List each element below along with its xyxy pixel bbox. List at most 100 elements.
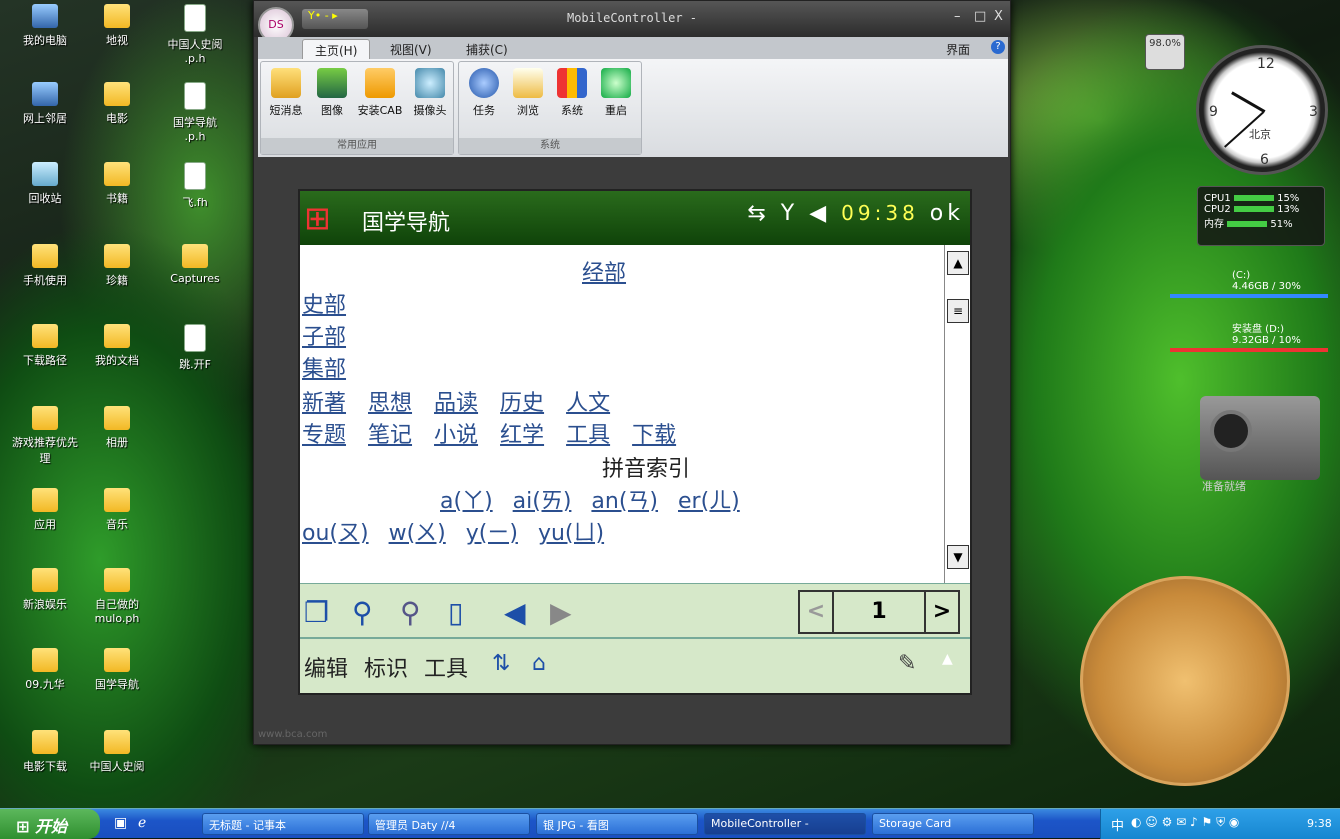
desktop-icon[interactable]: 相册 [78, 406, 156, 450]
start-button[interactable]: ⊞ 开始 [0, 809, 100, 839]
desktop-icon[interactable]: 下载路径 [6, 324, 84, 368]
back-arrow-icon[interactable]: ◀ [504, 596, 526, 629]
pinyin-link[interactable]: an(ㄢ) [591, 489, 658, 514]
tab-home[interactable]: 主页(H) [302, 39, 371, 59]
taskbar-item[interactable]: 无标题 - 记事本 [202, 813, 364, 835]
restart-button[interactable]: 重启 [593, 68, 639, 118]
desktop-icon[interactable]: 我的电脑 [6, 4, 84, 48]
ime-indicator[interactable]: 中 [1111, 815, 1124, 834]
tray-icons[interactable]: ◐ ☺ ⚙ ✉ ♪ ⚑ ⛨ ◉ [1131, 815, 1239, 830]
category-link[interactable]: 人文 [566, 391, 610, 416]
desktop-icon[interactable]: 自己做的 mulo.ph [78, 568, 156, 625]
desktop-icon[interactable]: 我的文档 [78, 324, 156, 368]
desktop-icon[interactable]: 回收站 [6, 162, 84, 206]
minimize-button[interactable]: – [954, 9, 961, 24]
category-link[interactable]: 笔记 [368, 423, 412, 448]
zoom-icon[interactable]: ⚲ [400, 596, 421, 629]
browse-button[interactable]: 浏览 [505, 68, 551, 118]
ok-button[interactable]: ok [930, 201, 964, 226]
link-zibu[interactable]: 子部 [302, 325, 346, 350]
sms-button[interactable]: 短消息 [263, 68, 309, 118]
pinyin-link[interactable]: er(ㄦ) [678, 489, 740, 514]
maximize-button[interactable]: □ [974, 9, 986, 24]
image-button[interactable]: 图像 [309, 68, 355, 118]
forward-arrow-icon[interactable]: ▶ [550, 596, 572, 629]
tray-clock[interactable]: 9:38 [1307, 817, 1332, 830]
taskbar-item[interactable]: MobileController - [704, 813, 866, 835]
system-button[interactable]: 系统 [549, 68, 595, 118]
pinyin-link[interactable]: a(ㄚ) [440, 489, 493, 514]
tab-view[interactable]: 视图(V) [378, 39, 444, 59]
desktop-icon[interactable]: 电影下载 [6, 730, 84, 774]
prev-page-button[interactable]: < [800, 592, 834, 632]
link-shibu[interactable]: 史部 [302, 293, 346, 318]
input-panel-icon[interactable]: ✎ [898, 651, 916, 676]
ie-quicklaunch-icon[interactable]: ℯ [138, 815, 146, 831]
desktop-icon[interactable]: 电影 [78, 82, 156, 126]
menu-tools[interactable]: 工具 [424, 651, 468, 683]
camera-button[interactable]: 摄像头 [407, 68, 453, 118]
scroll-down-button[interactable]: ▼ [947, 545, 969, 569]
category-link[interactable]: 小说 [434, 423, 478, 448]
pinyin-link[interactable]: y(ㄧ) [466, 521, 518, 546]
close-button[interactable]: X [994, 9, 1003, 24]
radio-gadget[interactable] [1200, 396, 1320, 480]
home-icon[interactable]: ⌂ [532, 651, 546, 676]
tasks-button[interactable]: 任务 [461, 68, 507, 118]
category-link[interactable]: 工具 [566, 423, 610, 448]
page-menu-icon[interactable]: ▯ [448, 596, 463, 629]
desktop-icon[interactable]: 09.九华 [6, 648, 84, 692]
category-link[interactable]: 思想 [368, 391, 412, 416]
category-link[interactable]: 下载 [632, 423, 676, 448]
desktop-icon[interactable]: 新浪娱乐 [6, 568, 84, 612]
desktop-icon[interactable]: 地视 [78, 4, 156, 48]
pinyin-link[interactable]: ai(ㄞ) [513, 489, 572, 514]
taskbar-item[interactable]: Storage Card [872, 813, 1034, 835]
pinyin-link[interactable]: w(ㄨ) [389, 521, 446, 546]
desktop-icon[interactable]: 音乐 [78, 488, 156, 532]
search-icon[interactable]: ⚲ [352, 596, 373, 629]
desktop-icon[interactable]: 应用 [6, 488, 84, 532]
scrollbar[interactable]: ▲ ≡ ▼ [944, 245, 970, 583]
tab-capture[interactable]: 捕获(C) [454, 39, 520, 59]
category-link[interactable]: 新著 [302, 391, 346, 416]
link-jibu[interactable]: 集部 [302, 357, 346, 382]
help-icon[interactable]: ? [991, 40, 1005, 54]
desktop-icon[interactable]: 中国人史阅 [78, 730, 156, 774]
sip-arrow-icon[interactable]: ▲ [942, 651, 953, 667]
wm-clock[interactable]: 09:38 [841, 201, 919, 225]
title-bar[interactable]: DS Y• - ▸ MobileController - – □ X [254, 1, 1010, 43]
desktop-icon[interactable]: 飞.fh [156, 162, 234, 210]
desktop-icon[interactable]: 网上邻居 [6, 82, 84, 126]
category-link[interactable]: 历史 [500, 391, 544, 416]
windows-start-icon[interactable]: ⊞ [304, 197, 346, 239]
scroll-up-button[interactable]: ▲ [947, 251, 969, 275]
mobilecontroller-window[interactable]: DS Y• - ▸ MobileController - – □ X 主页(H)… [253, 0, 1011, 745]
ui-menu[interactable]: 界面 [934, 39, 982, 59]
desktop-icon[interactable]: 跳.开F [156, 324, 234, 372]
link-jingbu[interactable]: 经部 [582, 261, 626, 286]
desktop-icon[interactable]: 书籍 [78, 162, 156, 206]
pinyin-link[interactable]: yu(ㄩ) [538, 521, 604, 546]
desktop-icon[interactable]: 中国人史阅 .p.h [156, 4, 234, 65]
show-desktop-icon[interactable]: ▣ [114, 815, 127, 831]
device-screen[interactable]: ⊞ 国学导航 ⇆ Y ◀ 09:38 ok 经部 史部 子部 集部 新著 思想 品读… [298, 189, 972, 695]
category-link[interactable]: 专题 [302, 423, 346, 448]
desktop-icon[interactable]: 手机使用 [6, 244, 84, 288]
menu-mark[interactable]: 标识 [364, 651, 408, 683]
sort-arrows-icon[interactable]: ⇅ [492, 651, 510, 676]
pinyin-link[interactable]: ou(ㄡ) [302, 521, 369, 546]
desktop-icon[interactable]: Captures [156, 244, 234, 285]
desktop-icon[interactable]: 国学导航 [78, 648, 156, 692]
next-page-button[interactable]: > [926, 592, 958, 632]
desktop-icon[interactable]: 珍籍 [78, 244, 156, 288]
menu-edit[interactable]: 编辑 [304, 651, 348, 683]
copy-icon[interactable]: ❐ [304, 596, 329, 629]
taskbar-item[interactable]: 银 JPG - 看图 [536, 813, 698, 835]
category-link[interactable]: 品读 [434, 391, 478, 416]
category-link[interactable]: 红学 [500, 423, 544, 448]
taskbar-item[interactable]: 管理员 Daty //4 [368, 813, 530, 835]
desktop-icon[interactable]: 国学导航 .p.h [156, 82, 234, 143]
desktop-icon[interactable]: 游戏推荐优先 理 [6, 406, 84, 466]
scroll-thumb[interactable]: ≡ [947, 299, 969, 323]
